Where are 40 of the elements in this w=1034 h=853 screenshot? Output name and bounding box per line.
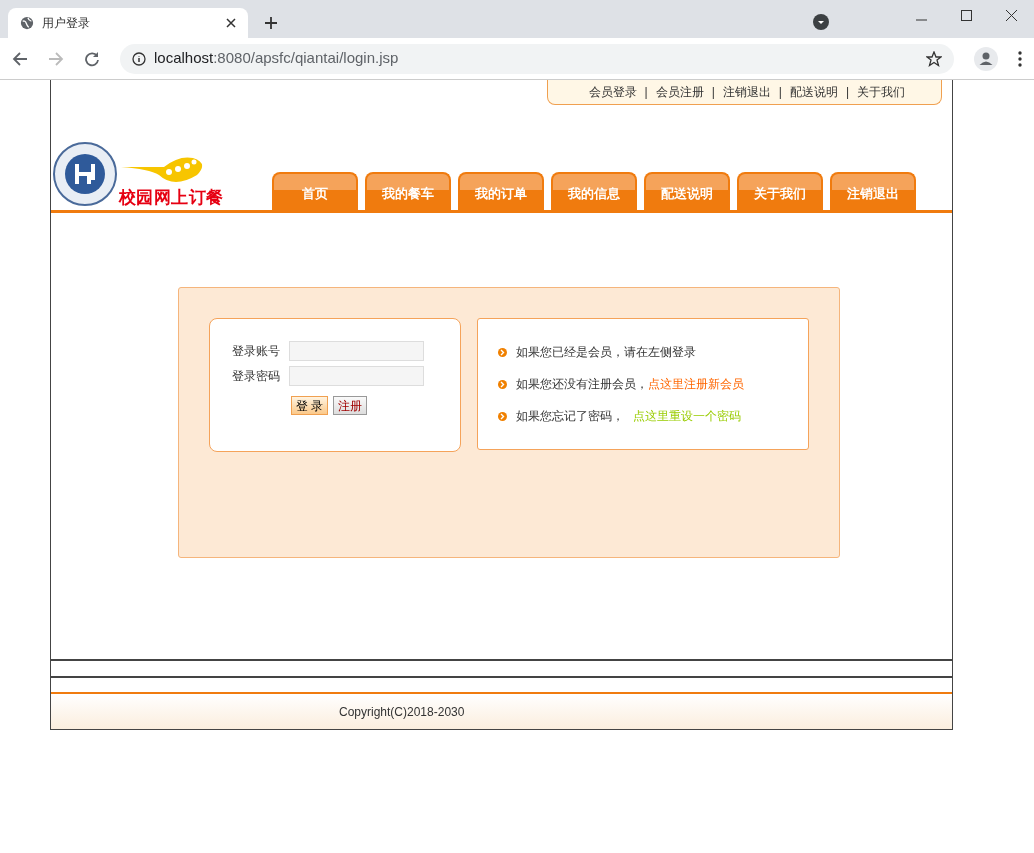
bullet-icon: [497, 411, 507, 421]
reload-icon[interactable]: [84, 50, 100, 67]
globe-icon: [20, 16, 34, 30]
link-separator: |: [778, 84, 782, 101]
info-text: 如果您已经是会员，请在左侧登录: [515, 344, 696, 361]
field-label: 登录密码: [231, 368, 280, 385]
university-seal-icon: [53, 142, 117, 206]
top-link[interactable]: 配送说明: [789, 83, 838, 101]
bullet-icon: [497, 379, 507, 389]
copyright-text: Copyright(C)2018-2030: [339, 705, 465, 719]
star-icon[interactable]: [926, 50, 942, 67]
new-tab-icon[interactable]: [264, 16, 278, 30]
input-field[interactable]: [288, 366, 424, 386]
close-icon[interactable]: [1006, 10, 1017, 21]
tab-title: 用户登录: [42, 15, 91, 32]
browser-tab[interactable]: 用户登录: [8, 8, 248, 38]
info-text: 如果您还没有注册会员，: [515, 376, 648, 393]
field-label: 登录账号: [231, 343, 280, 360]
profile-icon[interactable]: [974, 46, 998, 71]
menu-icon[interactable]: [1018, 50, 1022, 67]
top-link[interactable]: 会员注册: [655, 83, 704, 101]
info-icon: [132, 51, 146, 66]
top-link[interactable]: 会员登录: [588, 83, 637, 101]
logo-text: 校园网上订餐: [119, 189, 224, 206]
top-link[interactable]: 关于我们: [857, 83, 905, 101]
close-icon[interactable]: [226, 18, 236, 28]
link-separator: |: [644, 84, 648, 101]
back-arrow-icon[interactable]: [12, 50, 28, 67]
register-button[interactable]: 注册: [332, 396, 367, 415]
bullet-icon: [497, 347, 507, 357]
input-field[interactable]: [288, 341, 424, 361]
maximize-icon[interactable]: [961, 10, 972, 21]
dropdown-icon[interactable]: [813, 14, 829, 30]
address-bar[interactable]: localhost:8080/apsfc/qiantai/login.jsp: [120, 43, 954, 74]
login-button[interactable]: 登 录: [290, 396, 328, 415]
link-separator: |: [845, 84, 849, 101]
link-separator: |: [711, 84, 715, 101]
top-link[interactable]: 注销退出: [722, 83, 771, 101]
info-text: 如果您忘记了密码，: [515, 408, 624, 425]
url-text: localhost:8080/apsfc/qiantai/login.jsp: [154, 48, 400, 69]
